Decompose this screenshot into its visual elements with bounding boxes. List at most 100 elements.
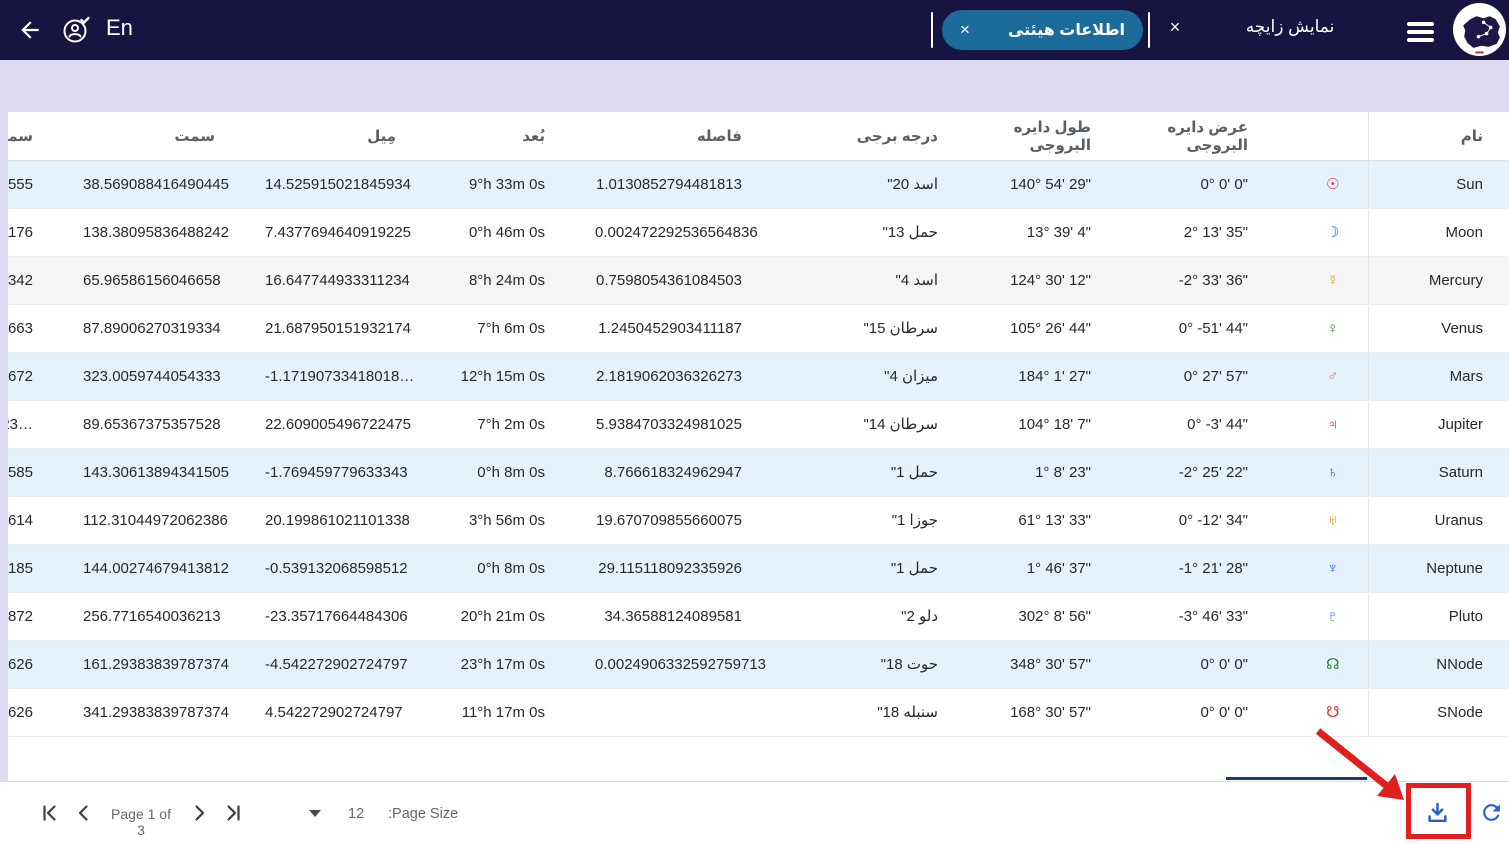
planet-name: Mercury <box>1367 256 1509 305</box>
first-page-button[interactable] <box>38 801 62 825</box>
column-header-name: نام <box>1367 112 1509 161</box>
declination-value: -23.35717664484306 <box>265 592 446 641</box>
planet-table-card: نام عرض دایره البروجی طول دایره البروجی … <box>8 112 1509 781</box>
column-header-azimuth-2: سمت <box>8 112 83 161</box>
refresh-button[interactable] <box>1479 800 1504 825</box>
chevron-left-icon <box>78 805 88 821</box>
right-ascension-value: 20°h 21m 0s <box>446 592 595 641</box>
back-button[interactable] <box>16 17 44 43</box>
previous-page-button[interactable] <box>72 801 96 825</box>
azimuth2-value: 7872 <box>8 592 83 641</box>
declination-value: 4.542272902724797 <box>265 688 446 737</box>
planet-name: Jupiter <box>1367 400 1509 449</box>
column-header-azimuth: سمت <box>83 112 265 161</box>
planet-symbol-icon: ☿ <box>1298 256 1368 305</box>
planet-symbol-icon: ♂ <box>1298 352 1368 401</box>
azimuth2-value: 7614 <box>8 496 83 545</box>
zodiac-degree-value: جوزا 1" <box>792 496 988 545</box>
planet-symbol-icon: ♆ <box>1298 544 1368 593</box>
user-check-button[interactable] <box>60 14 92 46</box>
scroll-indicator-bar[interactable] <box>1226 777 1367 780</box>
planet-symbol-icon: ♅ <box>1298 496 1368 545</box>
distance-value: 2.1819062036326273 <box>595 352 792 401</box>
table-row[interactable]: Mars ♂ 0° 27' 57" 184° 1' 27" میزان 4" 2… <box>8 352 1509 401</box>
ecliptic-longitude-value: 1° 8' 23" <box>988 448 1141 497</box>
right-ascension-value: 9°h 33m 0s <box>446 160 595 209</box>
azimuth-value: 112.31044972062386 <box>83 496 265 545</box>
table-row[interactable]: Sun ☉ 0° 0' 0" 140° 54' 29" اسد 20" 1.01… <box>8 160 1509 209</box>
first-page-icon <box>43 805 56 821</box>
right-ascension-value: 7°h 6m 0s <box>446 304 595 353</box>
table-row[interactable]: Venus ♀ 0° -51' 44" 105° 26' 44" سرطان 1… <box>8 304 1509 353</box>
app-header: En × اطلاعات هیئتی × نمایش زایچه <box>0 0 1509 60</box>
distance-value: 8.766618324962947 <box>595 448 792 497</box>
right-ascension-value: 7°h 2m 0s <box>446 400 595 449</box>
planet-name: Mars <box>1367 352 1509 401</box>
right-ascension-value: 8°h 24m 0s <box>446 256 595 305</box>
download-icon <box>1428 802 1447 823</box>
ecliptic-latitude-value: -2° 33' 36" <box>1141 256 1298 305</box>
zodiac-degree-value: حمل 1" <box>792 544 988 593</box>
azimuth-value: 144.00274679413812 <box>83 544 265 593</box>
azimuth-value: 143.30613894341505 <box>83 448 265 497</box>
ecliptic-longitude-value: 348° 30' 57" <box>988 640 1141 689</box>
tab-astronomical-info[interactable]: × اطلاعات هیئتی <box>942 10 1143 50</box>
last-page-icon <box>227 805 240 821</box>
table-row[interactable]: Uranus ♅ 0° -12' 34" 61° 13' 33" جوزا 1"… <box>8 496 1509 545</box>
ecliptic-longitude-value: 105° 26' 44" <box>988 304 1141 353</box>
azimuth-value: 323.0059744054333 <box>83 352 265 401</box>
arrow-left-icon <box>21 21 39 39</box>
ecliptic-longitude-value: 124° 30' 12" <box>988 256 1141 305</box>
hamburger-icon <box>1407 22 1434 26</box>
right-ascension-value: 3°h 56m 0s <box>446 496 595 545</box>
distance-value: 34.36588124089581 <box>595 592 792 641</box>
table-row[interactable]: Mercury ☿ -2° 33' 36" 124° 30' 12" اسد 4… <box>8 256 1509 305</box>
tab-label: اطلاعات هیئتی <box>1007 22 1125 39</box>
table-row[interactable]: Saturn ♄ -2° 25' 22" 1° 8' 23" حمل 1" 8.… <box>8 448 1509 497</box>
page-size-caret-icon[interactable] <box>309 810 321 817</box>
ecliptic-latitude-value: 0° -51' 44" <box>1141 304 1298 353</box>
azimuth2-value: 8342 <box>8 256 83 305</box>
ecliptic-latitude-value: -3° 46' 33" <box>1141 592 1298 641</box>
ecliptic-latitude-value: 0° 0' 0" <box>1141 160 1298 209</box>
planet-name: Moon <box>1367 208 1509 257</box>
close-tab-icon[interactable]: × <box>1164 17 1186 38</box>
table-row[interactable]: Moon ☽ 2° 13' 35" 13° 39' 4" حمل 13" 0.0… <box>8 208 1509 257</box>
ecliptic-latitude-value: 0° -3' 44" <box>1141 400 1298 449</box>
planet-symbol-icon: ☉ <box>1298 160 1368 209</box>
table-row[interactable]: Pluto ♇ -3° 46' 33" 302° 8' 56" دلو 2" 3… <box>8 592 1509 641</box>
ecliptic-longitude-value: 13° 39' 4" <box>988 208 1141 257</box>
distance-value: 29.115118092335926 <box>595 544 792 593</box>
language-toggle[interactable]: En <box>106 15 133 41</box>
zodiac-degree-value: اسد 4" <box>792 256 988 305</box>
zodiac-degree-value: میزان 4" <box>792 352 988 401</box>
ecliptic-longitude-value: 184° 1' 27" <box>988 352 1141 401</box>
download-button[interactable] <box>1424 800 1451 827</box>
table-header-row: نام عرض دایره البروجی طول دایره البروجی … <box>8 112 1509 161</box>
distance-value: 5.9384703324981025 <box>595 400 792 449</box>
table-row[interactable]: SNode ☋ 0° 0' 0" 168° 30' 57" سنبله 18" … <box>8 688 1509 737</box>
last-page-button[interactable] <box>221 801 245 825</box>
menu-button[interactable] <box>1407 22 1434 46</box>
declination-value: 7.4377694640919225 <box>265 208 446 257</box>
table-row[interactable]: Neptune ♆ -1° 21' 28" 1° 46' 37" حمل 1" … <box>8 544 1509 593</box>
column-header-zodiac-degree: درجه برجی <box>792 112 988 161</box>
planet-name: Venus <box>1367 304 1509 353</box>
azimuth2-value: 2626 <box>8 688 83 737</box>
ecliptic-longitude-value: 168° 30' 57" <box>988 688 1141 737</box>
planet-symbol-icon: ♄ <box>1298 448 1368 497</box>
next-page-button[interactable] <box>187 801 211 825</box>
right-ascension-value: 0°h 8m 0s <box>446 544 595 593</box>
zodiac-degree-value: سرطان 14" <box>792 400 988 449</box>
distance-value: 0.7598054361084503 <box>595 256 792 305</box>
ecliptic-longitude-value: 140° 54' 29" <box>988 160 1141 209</box>
ecliptic-longitude-value: 302° 8' 56" <box>988 592 1141 641</box>
tab-show-chart[interactable]: نمایش زایچه <box>1222 17 1358 37</box>
table-row[interactable]: NNode ☊ 0° 0' 0" 348° 30' 57" حوت 18" 0.… <box>8 640 1509 689</box>
page-size-select[interactable]: 12 <box>348 806 364 822</box>
right-ascension-value: 11°h 17m 0s <box>446 688 595 737</box>
planet-symbol-icon: ♇ <box>1298 592 1368 641</box>
table-row[interactable]: Jupiter ♃ 0° -3' 44" 104° 18' 7" سرطان 1… <box>8 400 1509 449</box>
azimuth2-value: 23… <box>8 400 83 449</box>
close-tab-icon[interactable]: × <box>960 20 970 40</box>
